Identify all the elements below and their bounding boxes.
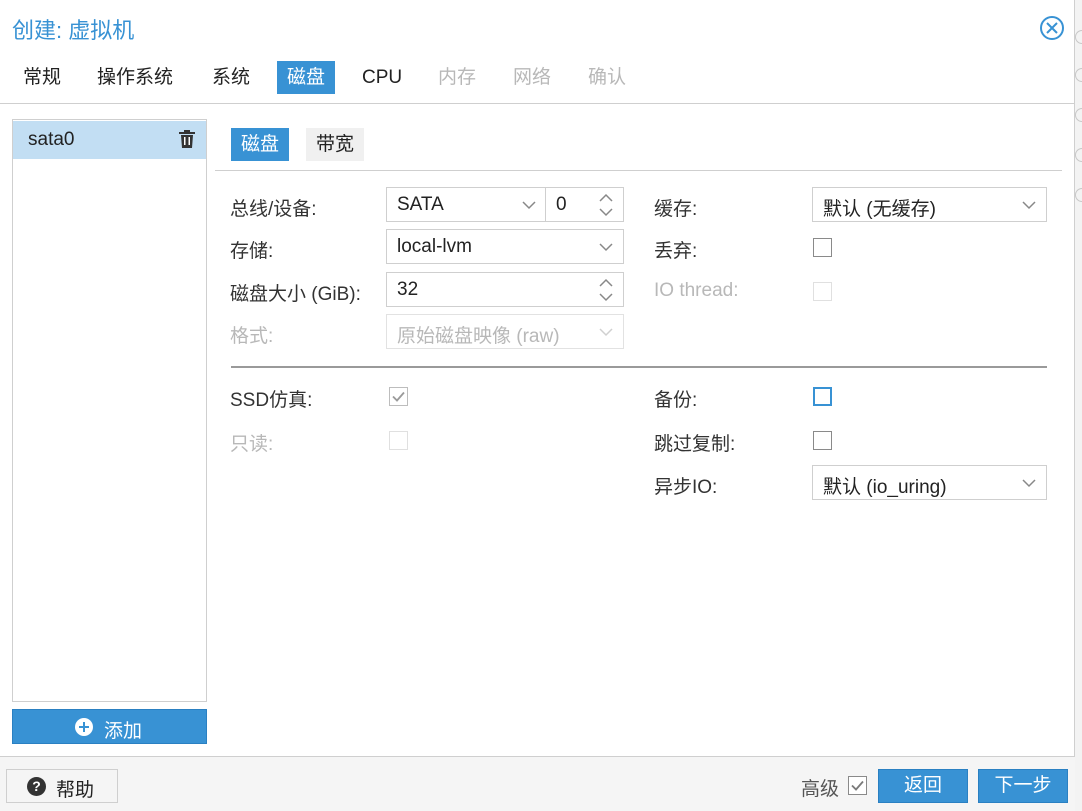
device-number-spinner[interactable]: 0 — [545, 187, 624, 222]
back-button[interactable]: 返回 — [878, 769, 968, 803]
cache-label: 缓存: — [654, 199, 698, 220]
format-label: 格式: — [230, 326, 274, 347]
tab-network[interactable]: 网络 — [503, 61, 561, 94]
storage-select[interactable]: local-lvm — [386, 229, 624, 264]
chevron-down-icon — [599, 328, 613, 337]
device-number-value: 0 — [556, 194, 567, 215]
chevron-down-icon — [599, 243, 613, 252]
discard-checkbox[interactable] — [813, 238, 832, 257]
ssd-emulation-label: SSD仿真: — [230, 390, 313, 411]
backup-label: 备份: — [654, 390, 698, 411]
bus-device-label: 总线/设备: — [230, 199, 317, 220]
format-value: 原始磁盘映像 (raw) — [397, 326, 560, 347]
advanced-divider — [231, 366, 1047, 368]
discard-label: 丢弃: — [654, 241, 698, 262]
background-edge — [1075, 68, 1082, 82]
background-strip — [1075, 0, 1082, 811]
plus-circle-icon — [75, 718, 93, 736]
title-bar: 创建: 虚拟机 — [0, 0, 1075, 56]
disk-size-spinner[interactable]: 32 — [386, 272, 624, 307]
tab-general[interactable]: 常规 — [13, 61, 71, 94]
help-label: 帮助 — [56, 780, 95, 801]
spinner-arrows-icon[interactable] — [599, 277, 613, 303]
trash-icon[interactable] — [179, 130, 195, 148]
disk-size-value: 32 — [397, 279, 419, 300]
subtab-divider — [215, 170, 1062, 171]
async-io-select[interactable]: 默认 (io_uring) — [812, 465, 1047, 500]
disk-list-item[interactable]: sata0 — [13, 121, 206, 159]
tab-cpu[interactable]: CPU — [352, 61, 412, 94]
question-circle-icon: ? — [27, 777, 46, 796]
bus-value: SATA — [397, 194, 444, 215]
spinner-arrows-icon[interactable] — [599, 192, 613, 218]
tab-disk[interactable]: 磁盘 — [277, 61, 336, 94]
tab-system[interactable]: 系统 — [202, 61, 260, 94]
close-icon[interactable] — [1040, 16, 1064, 40]
advanced-checkbox[interactable] — [848, 776, 867, 795]
backup-checkbox[interactable] — [813, 387, 832, 406]
background-edge — [1075, 108, 1082, 122]
window-title: 创建: 虚拟机 — [12, 18, 135, 43]
wizard-tabs: 常规 操作系统 系统 磁盘 CPU 内存 网络 确认 — [0, 58, 1075, 98]
wizard-body: sata0 添加 磁盘 带宽 总线/设备: SATA 0 存储: local-l… — [0, 103, 1075, 756]
next-button[interactable]: 下一步 — [978, 769, 1068, 803]
disk-list: sata0 — [12, 119, 207, 702]
async-io-value: 默认 (io_uring) — [823, 477, 947, 498]
iothread-label: IO thread: — [654, 280, 739, 301]
bus-select[interactable]: SATA — [386, 187, 546, 222]
checkmark-icon — [851, 780, 864, 791]
background-edge — [1075, 148, 1082, 162]
disk-size-label: 磁盘大小 (GiB): — [230, 284, 361, 305]
disk-item-label: sata0 — [28, 129, 75, 150]
subtab-disk[interactable]: 磁盘 — [231, 128, 290, 161]
cache-value: 默认 (无缓存) — [823, 199, 936, 220]
skip-replication-label: 跳过复制: — [654, 434, 736, 455]
tab-os[interactable]: 操作系统 — [87, 61, 183, 94]
help-button[interactable]: ? 帮助 — [6, 769, 118, 803]
iothread-checkbox[interactable] — [813, 282, 832, 301]
tab-memory[interactable]: 内存 — [428, 61, 486, 94]
cache-select[interactable]: 默认 (无缓存) — [812, 187, 1047, 222]
storage-label: 存储: — [230, 241, 274, 262]
background-edge — [1075, 30, 1082, 44]
add-disk-label: 添加 — [104, 721, 143, 742]
readonly-label: 只读: — [230, 434, 274, 455]
chevron-down-icon — [522, 201, 536, 210]
format-select[interactable]: 原始磁盘映像 (raw) — [386, 314, 624, 349]
subtab-bandwidth[interactable]: 带宽 — [306, 128, 365, 161]
storage-value: local-lvm — [397, 236, 472, 257]
chevron-down-icon — [1022, 479, 1036, 488]
chevron-down-icon — [1022, 201, 1036, 210]
advanced-label: 高级 — [801, 779, 840, 800]
create-vm-window: 创建: 虚拟机 常规 操作系统 系统 磁盘 CPU 内存 网络 确认 sata0 — [0, 0, 1075, 811]
checkmark-icon — [392, 391, 405, 402]
tab-confirm[interactable]: 确认 — [578, 61, 636, 94]
async-io-label: 异步IO: — [654, 477, 718, 498]
ssd-emulation-checkbox[interactable] — [389, 387, 408, 406]
skip-replication-checkbox[interactable] — [813, 431, 832, 450]
background-edge — [1075, 188, 1082, 202]
wizard-footer: ? 帮助 高级 返回 下一步 — [0, 756, 1075, 811]
readonly-checkbox[interactable] — [389, 431, 408, 450]
add-disk-button[interactable]: 添加 — [12, 709, 207, 744]
